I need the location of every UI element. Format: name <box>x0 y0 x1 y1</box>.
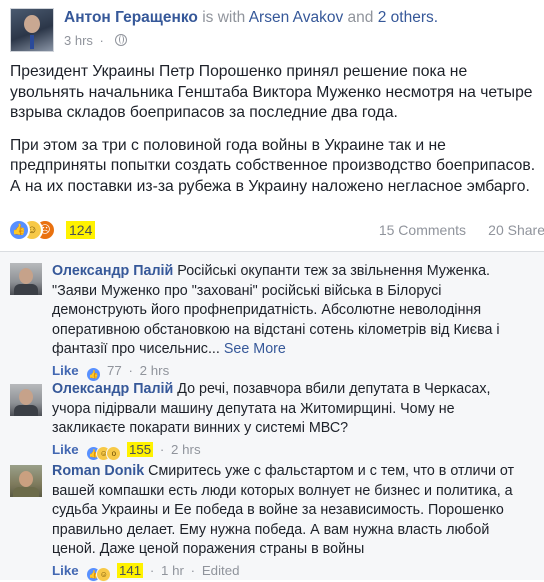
comment-text: Олександр Палій До речі, позавчора вбили… <box>52 380 542 439</box>
commenter-avatar[interactable] <box>10 263 42 295</box>
comments-count-link[interactable]: 15 Comments <box>379 222 466 238</box>
and-text: and <box>347 9 374 26</box>
avatar-body <box>13 487 39 497</box>
comment-line: закликаєте покарати винних у системі МВС… <box>52 420 349 436</box>
comment-like-button[interactable]: Like <box>52 363 79 378</box>
avatar-face <box>19 389 33 405</box>
comment-like-button[interactable]: Like <box>52 563 79 578</box>
reactions-summary: 👍 ☺ ☹ 124 15 Comments 20 Shares <box>8 219 544 241</box>
avatar-head <box>24 15 40 33</box>
comment-actions: Like 👍☺ o 155 · 2 hrs <box>52 442 201 461</box>
comment-line: "Заяви Муженко про "заховані" російські … <box>52 282 442 299</box>
comment-reaction-count[interactable]: 155 <box>127 442 154 457</box>
others-link[interactable]: 2 others. <box>378 9 438 26</box>
comment-reaction-count[interactable]: 141 <box>117 563 144 578</box>
author-avatar[interactable] <box>10 8 54 52</box>
commenter-name-link[interactable]: Олександр Палій <box>52 263 173 279</box>
tagged-person-link[interactable]: Arsen Avakov <box>249 9 344 26</box>
comment-time-link[interactable]: 1 hr <box>161 563 184 578</box>
like-icon[interactable]: 👍 <box>8 219 30 241</box>
commenter-avatar[interactable] <box>10 384 42 416</box>
avatar-face <box>19 268 33 284</box>
comment-actions: Like 👍☺ 141 · 1 hr · Edited <box>52 563 240 582</box>
comment-time-link[interactable]: 2 hrs <box>171 442 201 457</box>
post-line: предприняты попытки создать собственное … <box>10 157 536 174</box>
post-time-link[interactable]: 3 hrs <box>64 33 93 48</box>
see-more-link[interactable]: See More <box>224 341 286 357</box>
post-author-link[interactable]: Антон Геращенко <box>64 9 198 26</box>
comment-actions: Like 👍 77 · 2 hrs <box>52 363 170 382</box>
commenter-avatar[interactable] <box>10 465 42 497</box>
comment-line: фантазії про чисельнис... <box>52 341 220 357</box>
comment-like-button[interactable]: Like <box>52 442 79 457</box>
comment-line: учора підірвали машину депутата на Житом… <box>52 400 455 417</box>
comment-reaction-count[interactable]: 77 <box>107 363 122 378</box>
comment-line: ценой. Даже ценой поражения страны в вой… <box>52 541 365 557</box>
with-text: is with <box>202 9 246 26</box>
edited-label[interactable]: Edited <box>202 563 240 578</box>
avatar-face <box>19 471 33 487</box>
comment-line: вашей компашки есть люди которых волнует… <box>52 482 513 499</box>
comment-time-link[interactable]: 2 hrs <box>140 363 170 378</box>
dot-separator: · <box>149 563 155 578</box>
post-timestamp: 3 hrs · <box>64 33 127 48</box>
globe-icon[interactable] <box>114 34 127 46</box>
commenter-name-link[interactable]: Roman Donik <box>52 463 144 479</box>
reaction-count[interactable]: 124 <box>66 221 96 239</box>
shares-count-link[interactable]: 20 Shares <box>488 222 544 238</box>
comments-section: Олександр Палій Російські окупанти теж з… <box>0 252 544 582</box>
post-paragraph-2: При этом за три с половиной года войны в… <box>10 136 542 198</box>
avatar-body <box>14 405 38 416</box>
dot-separator: · <box>159 442 165 457</box>
comment-text: Олександр Палій Російські окупанти теж з… <box>52 262 542 360</box>
comment-line: До речі, позавчора вбили депутата в Черк… <box>173 381 491 397</box>
post-line: А на их поставки из-за рубежа в Украину … <box>10 177 530 195</box>
post-header: Антон Геращенко is with Arsen Avakov and… <box>64 9 438 27</box>
avatar-body <box>14 284 38 295</box>
comment-line: правильно делает. Ему нужна победа. А ва… <box>52 521 490 538</box>
dot-separator: · <box>128 363 133 378</box>
comment-text: Roman Donik Смиритесь уже с фальстартом … <box>52 462 542 560</box>
dot-separator: · <box>99 33 104 48</box>
comment-line: судьба Украины и Ее победа в войне за не… <box>52 502 504 518</box>
comment-line: Смиритесь уже с фальстартом и с тем, что… <box>144 463 515 479</box>
post-line: увольнять начальника Генштаба Виктора Му… <box>10 83 533 101</box>
avatar-tie <box>30 35 34 49</box>
comment-line: оперативною обстановкою на відстані соте… <box>52 321 500 338</box>
post-line: При этом за три с половиной года войны в… <box>10 136 446 154</box>
post-body: Президент Украины Петр Порошенко принял … <box>10 62 542 209</box>
wow-icon[interactable]: o <box>106 446 122 461</box>
commenter-name-link[interactable]: Олександр Палій <box>52 381 173 397</box>
post-line: взрыва складов боеприпасов за последние … <box>10 104 398 121</box>
post-paragraph-1: Президент Украины Петр Порошенко принял … <box>10 62 542 124</box>
dot-separator: · <box>190 563 196 578</box>
post-line: Президент Украины Петр Порошенко принял … <box>10 63 468 80</box>
comment-line: демонструють його профнепридатність. Абс… <box>52 302 482 318</box>
comment-line: Російські окупанти теж за звільнення Муж… <box>173 263 491 279</box>
